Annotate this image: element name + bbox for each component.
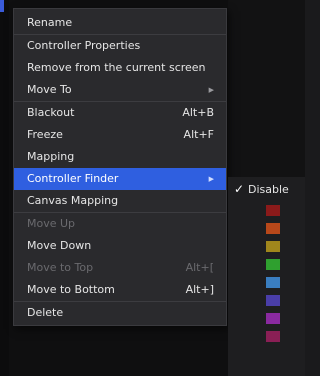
menu-item-label: Move To bbox=[27, 83, 72, 96]
menu-item-shortcut: Alt+[ bbox=[185, 261, 214, 274]
menu-item-freeze[interactable]: Freeze Alt+F bbox=[14, 124, 226, 146]
submenu-arrow-icon: ▶ bbox=[208, 86, 214, 94]
menu-item-rename[interactable]: Rename bbox=[14, 12, 226, 34]
color-swatch bbox=[266, 330, 280, 342]
submenu-arrow-icon: ▶ bbox=[208, 175, 214, 183]
color-swatch bbox=[266, 258, 280, 270]
menu-item-label: Remove from the current screen bbox=[27, 61, 206, 74]
menu-item-delete[interactable]: Delete bbox=[14, 302, 226, 324]
background-left-bar bbox=[0, 0, 9, 376]
submenu-item-label: Disable bbox=[248, 182, 289, 196]
submenu-item-color-purple[interactable] bbox=[228, 309, 305, 327]
menu-item-label: Move to Bottom bbox=[27, 283, 115, 296]
submenu-item-color-red[interactable] bbox=[228, 201, 305, 219]
menu-item-label: Delete bbox=[27, 306, 64, 319]
app-window: Rename Controller Properties Remove from… bbox=[0, 0, 305, 376]
menu-item-label: Controller Finder bbox=[27, 172, 119, 185]
menu-item-label: Move Down bbox=[27, 239, 92, 252]
menu-item-label: Rename bbox=[27, 16, 73, 29]
menu-item-label: Move Up bbox=[27, 217, 76, 230]
submenu-item-color-green[interactable] bbox=[228, 255, 305, 273]
color-swatch bbox=[266, 294, 280, 306]
menu-item-controller-properties[interactable]: Controller Properties bbox=[14, 35, 226, 57]
submenu-item-color-blue[interactable] bbox=[228, 273, 305, 291]
submenu-item-color-indigo[interactable] bbox=[228, 291, 305, 309]
menu-item-label: Canvas Mapping bbox=[27, 194, 119, 207]
menu-item-blackout[interactable]: Blackout Alt+B bbox=[14, 102, 226, 124]
menu-item-label: Move to Top bbox=[27, 261, 94, 274]
color-swatch bbox=[266, 312, 280, 324]
menu-item-shortcut: Alt+] bbox=[185, 283, 214, 296]
selection-accent bbox=[0, 0, 4, 12]
color-swatch bbox=[266, 240, 280, 252]
menu-item-move-down[interactable]: Move Down bbox=[14, 235, 226, 257]
menu-item-label: Blackout bbox=[27, 106, 75, 119]
menu-item-mapping[interactable]: Mapping bbox=[14, 146, 226, 168]
menu-item-label: Controller Properties bbox=[27, 39, 141, 52]
menu-item-canvas-mapping[interactable]: Canvas Mapping bbox=[14, 190, 226, 212]
color-swatch bbox=[266, 222, 280, 234]
submenu-item-disable[interactable]: ✓ Disable bbox=[228, 177, 305, 201]
color-swatch bbox=[266, 276, 280, 288]
submenu-item-color-yellow[interactable] bbox=[228, 237, 305, 255]
submenu-item-color-orange[interactable] bbox=[228, 219, 305, 237]
controller-finder-submenu: ✓ Disable bbox=[228, 177, 305, 376]
checkmark-icon: ✓ bbox=[234, 182, 245, 196]
context-menu: Rename Controller Properties Remove from… bbox=[13, 8, 227, 326]
menu-item-label: Freeze bbox=[27, 128, 63, 141]
menu-item-shortcut: Alt+F bbox=[183, 128, 214, 141]
menu-item-controller-finder[interactable]: Controller Finder ▶ bbox=[14, 168, 226, 190]
menu-item-remove-from-screen[interactable]: Remove from the current screen bbox=[14, 57, 226, 79]
submenu-item-color-magenta[interactable] bbox=[228, 327, 305, 345]
menu-item-move-to[interactable]: Move To ▶ bbox=[14, 79, 226, 101]
menu-item-move-to-bottom[interactable]: Move to Bottom Alt+] bbox=[14, 279, 226, 301]
menu-item-move-up[interactable]: Move Up bbox=[14, 213, 226, 235]
menu-item-shortcut: Alt+B bbox=[182, 106, 214, 119]
menu-item-move-to-top[interactable]: Move to Top Alt+[ bbox=[14, 257, 226, 279]
menu-item-label: Mapping bbox=[27, 150, 75, 163]
color-swatch bbox=[266, 204, 280, 216]
